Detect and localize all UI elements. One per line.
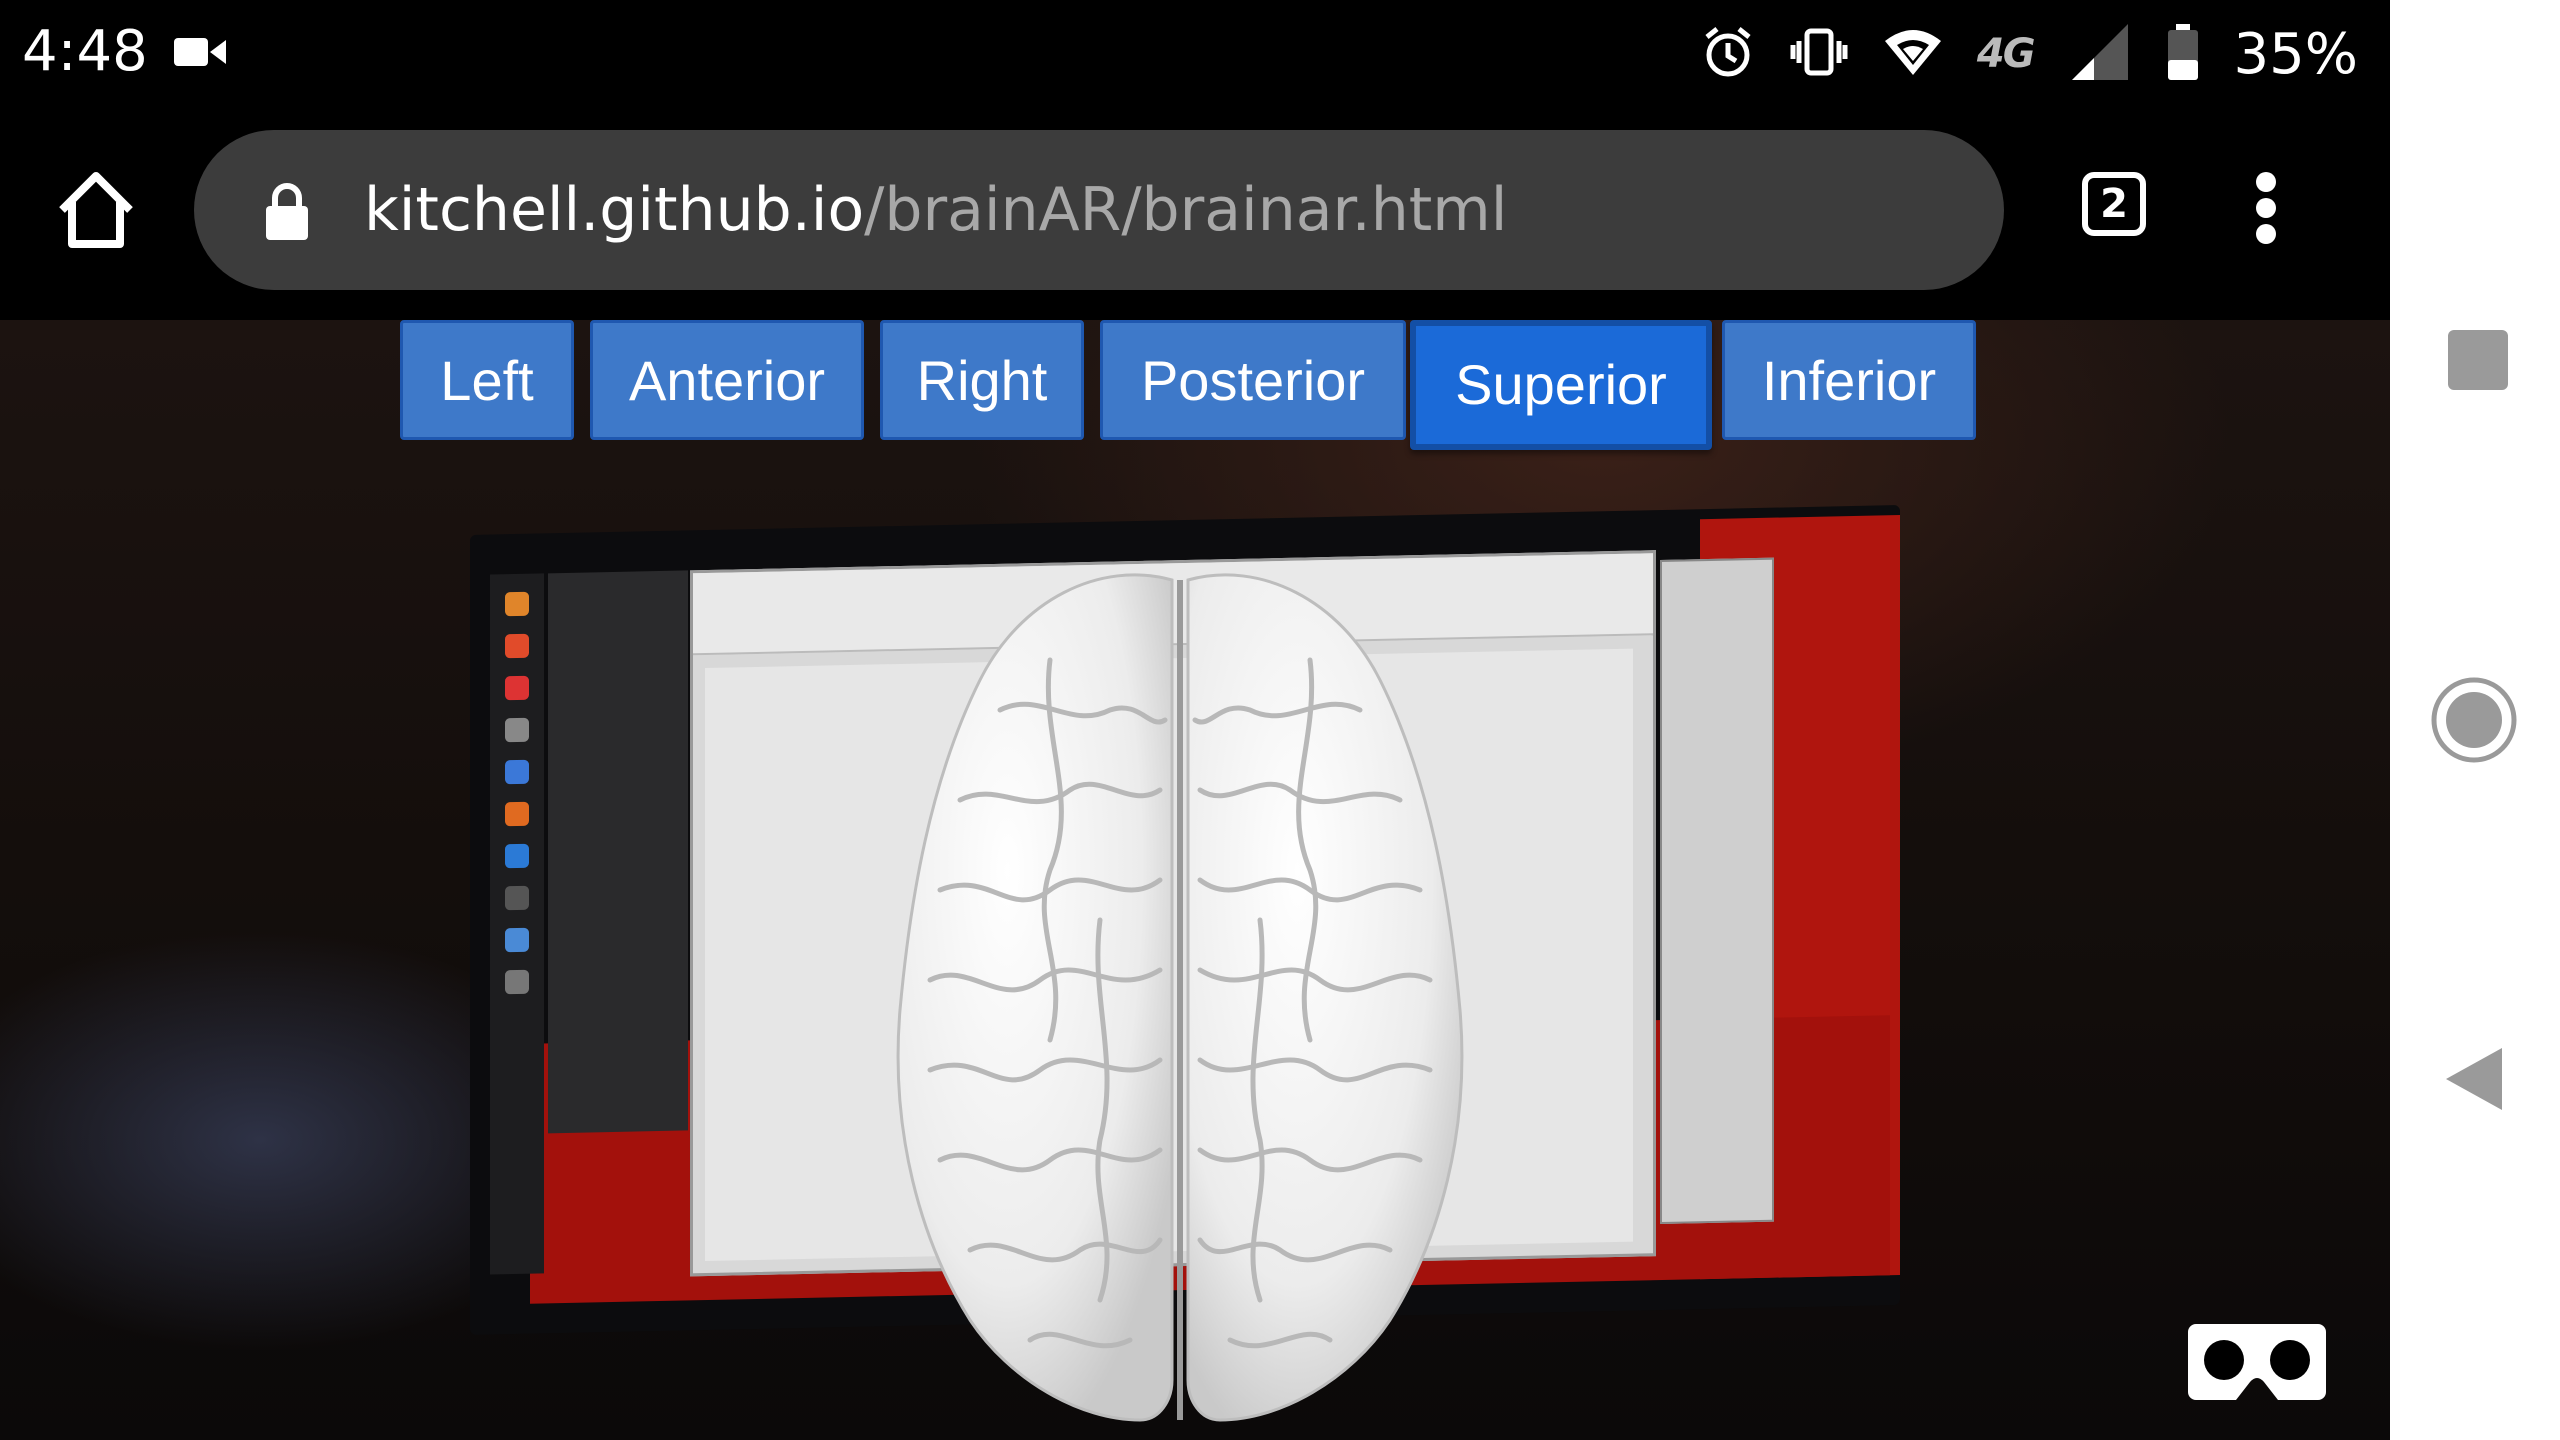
url-text[interactable]: kitchell.github.io/brainAR/brainar.html [364,170,1507,250]
signal-icon [2068,22,2132,86]
back-icon[interactable] [2442,1044,2506,1114]
home-nav-icon[interactable] [2430,676,2518,764]
status-bar: 4:48 4G 35% [0,0,2390,110]
alarm-icon [1701,25,1755,83]
url-host: kitchell.github.io [364,175,865,245]
tab-switcher-button[interactable]: 2 [2082,172,2146,236]
view-posterior-button[interactable]: Posterior [1100,320,1406,440]
battery-percent: 35% [2233,21,2358,87]
url-bar[interactable]: kitchell.github.io/brainAR/brainar.html [194,130,2004,290]
lock-icon[interactable] [264,182,310,242]
vr-headset-icon[interactable] [2186,1320,2328,1404]
brain-3d-model[interactable] [800,540,1560,1440]
view-inferior-button[interactable]: Inferior [1722,320,1976,440]
view-right-button[interactable]: Right [880,320,1084,440]
wifi-icon [1883,27,1943,81]
view-anterior-button[interactable]: Anterior [590,320,864,440]
ar-camera-view[interactable]: Left Anterior Right Posterior Superior I… [0,320,2390,1440]
clock: 4:48 [22,19,148,84]
view-superior-button[interactable]: Superior [1410,320,1712,450]
menu-icon[interactable] [2254,172,2278,244]
vibrate-icon [1789,27,1849,81]
view-left-button[interactable]: Left [400,320,574,440]
android-nav-bar [2390,0,2560,1440]
home-icon[interactable] [54,168,138,252]
battery-icon [2166,22,2200,86]
video-camera-icon [172,32,228,76]
browser-toolbar: kitchell.github.io/brainAR/brainar.html … [0,110,2390,320]
url-path: /brainAR/brainar.html [864,175,1508,245]
recents-icon[interactable] [2448,330,2508,390]
network-icon: 4G [1976,31,2036,77]
camera-feed-dock [490,573,544,1275]
